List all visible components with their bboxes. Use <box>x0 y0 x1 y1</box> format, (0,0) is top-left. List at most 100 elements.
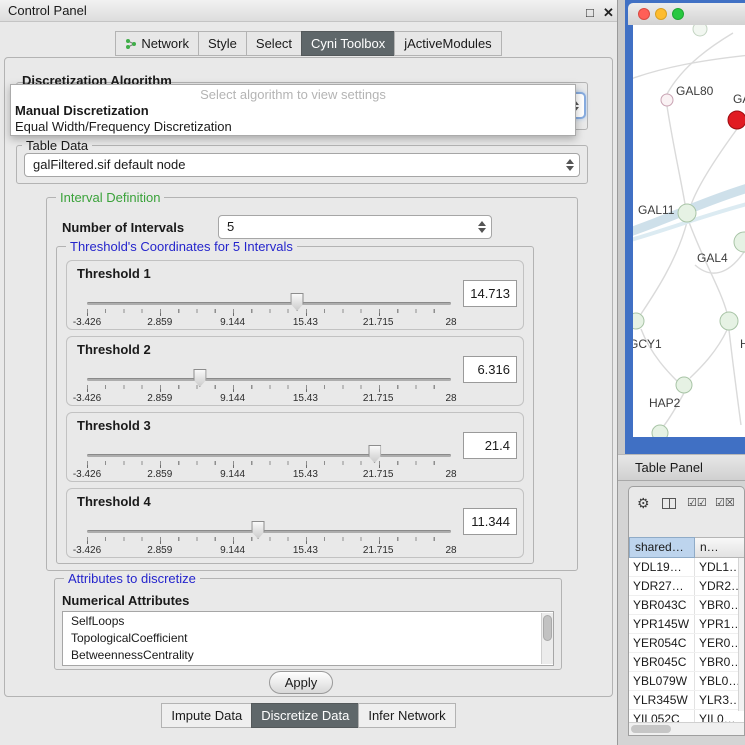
slider-tick-label: 15.43 <box>293 545 318 556</box>
threshold-value-field[interactable]: 21.4 <box>463 432 517 459</box>
cell[interactable]: YBR045C <box>629 653 695 671</box>
network-view-window: GAL80 GA GAL11 GAL4 GCY1 H HAP2 <box>625 0 745 454</box>
slider-tick-label: 28 <box>445 393 456 404</box>
node-label: GAL80 <box>676 84 714 98</box>
cell[interactable]: YDR27… <box>629 577 695 595</box>
tab-discretize-data[interactable]: Discretize Data <box>251 703 359 728</box>
network-node[interactable] <box>678 204 696 222</box>
list-item[interactable]: BetweennessCentrality <box>63 646 553 663</box>
network-node[interactable] <box>633 313 644 329</box>
float-window-icon[interactable]: □ <box>586 2 594 24</box>
close-traffic-light-icon[interactable] <box>638 8 650 20</box>
selection-mode-icon[interactable]: ☑☒ <box>715 496 735 510</box>
network-node[interactable] <box>676 377 692 393</box>
combo-stepper-icon[interactable] <box>566 159 574 171</box>
tab-network[interactable]: Network <box>115 31 199 56</box>
table-vertical-scrollbar[interactable] <box>738 558 745 711</box>
threshold-value-field[interactable]: 6.316 <box>463 356 517 383</box>
node-label: GAL4 <box>697 251 728 265</box>
zoom-traffic-light-icon[interactable] <box>672 8 684 20</box>
table-horizontal-scrollbar[interactable] <box>629 722 745 735</box>
slider-tick-label: 21.715 <box>363 393 394 404</box>
selected-network-node[interactable] <box>728 111 745 129</box>
combo-stepper-icon[interactable] <box>478 221 486 233</box>
slider-tick-label: -3.426 <box>73 393 101 404</box>
table-row[interactable]: YDL19…YDL1… <box>629 558 745 577</box>
menu-item-equal-width-discretization[interactable]: Equal Width/Frequency Discretization <box>11 118 575 134</box>
list-item[interactable]: SelfLoops <box>63 612 553 629</box>
threshold-4-panel: Threshold 4 -3.4262.8599.14415.4321.7152… <box>66 488 524 558</box>
table-row[interactable]: YLR345WYLR3… <box>629 691 745 710</box>
threshold-value-field[interactable]: 11.344 <box>463 508 517 535</box>
network-icon <box>125 38 137 50</box>
slider-minor-ticks <box>87 537 452 541</box>
slider-tick-label: 21.715 <box>363 469 394 480</box>
cell[interactable]: YBR043C <box>629 596 695 614</box>
tab-select[interactable]: Select <box>246 31 302 56</box>
threshold-slider[interactable]: -3.4262.8599.14415.4321.71528 <box>87 289 451 329</box>
network-window-titlebar[interactable] <box>628 3 745 25</box>
slider-tick-label: 15.43 <box>293 317 318 328</box>
tab-cyni-toolbox[interactable]: Cyni Toolbox <box>301 31 395 56</box>
tab-style-label: Style <box>208 36 237 51</box>
table-data-combobox[interactable]: galFiltered.sif default node <box>24 153 580 177</box>
columns-icon[interactable] <box>662 498 676 509</box>
apply-button[interactable]: Apply <box>269 671 333 694</box>
tab-impute-data[interactable]: Impute Data <box>161 703 252 728</box>
slider-tick-label: 9.144 <box>220 393 245 404</box>
column-header-name[interactable]: n… <box>695 537 745 558</box>
gear-icon[interactable]: ⚙ <box>637 496 650 510</box>
table-row[interactable]: YER054CYER0… <box>629 634 745 653</box>
tab-style[interactable]: Style <box>198 31 247 56</box>
list-item[interactable]: TopologicalCoefficient <box>63 629 553 646</box>
window-title: Control Panel <box>8 3 87 18</box>
threshold-slider[interactable]: -3.4262.8599.14415.4321.71528 <box>87 441 451 481</box>
scrollbar-thumb[interactable] <box>543 615 552 641</box>
cell[interactable]: YPR145W <box>629 615 695 633</box>
column-header-shared-name[interactable]: shared… <box>629 537 695 558</box>
network-node[interactable] <box>652 425 668 437</box>
table-panel-header: Table Panel <box>618 454 745 481</box>
network-canvas[interactable]: GAL80 GA GAL11 GAL4 GCY1 H HAP2 <box>633 25 745 437</box>
threshold-slider[interactable]: -3.4262.8599.14415.4321.71528 <box>87 365 451 405</box>
threshold-label: Threshold 4 <box>77 494 151 509</box>
slider-tick-label: -3.426 <box>73 469 101 480</box>
network-node[interactable] <box>734 232 745 252</box>
cell[interactable]: YBL079W <box>629 672 695 690</box>
slider-tick-labels: -3.4262.8599.14415.4321.71528 <box>87 393 451 405</box>
slider-track[interactable] <box>87 302 451 305</box>
slider-tick-label: 28 <box>445 545 456 556</box>
threshold-value-field[interactable]: 14.713 <box>463 280 517 307</box>
table-row[interactable]: YPR145WYPR1… <box>629 615 745 634</box>
tab-jactivemodules[interactable]: jActiveModules <box>394 31 501 56</box>
table-row[interactable]: YBR043CYBR0… <box>629 596 745 615</box>
slider-track[interactable] <box>87 530 451 533</box>
interval-definition-title: Interval Definition <box>56 190 164 205</box>
table-row[interactable]: YBR045CYBR0… <box>629 653 745 672</box>
thresholds-group-title: Threshold's Coordinates for 5 Intervals <box>66 239 297 254</box>
cell[interactable]: YDL19… <box>629 558 695 576</box>
slider-track[interactable] <box>87 378 451 381</box>
select-all-rows-icon[interactable]: ☑☑ <box>687 496 707 510</box>
tab-select-label: Select <box>256 36 292 51</box>
network-node[interactable] <box>720 312 738 330</box>
table-row[interactable]: YDR27…YDR2… <box>629 577 745 596</box>
slider-tick-labels: -3.4262.8599.14415.4321.71528 <box>87 469 451 481</box>
slider-track[interactable] <box>87 454 451 457</box>
menu-item-manual-discretization[interactable]: Manual Discretization <box>11 102 575 118</box>
slider-tick-label: 2.859 <box>147 317 172 328</box>
scrollbar-thumb[interactable] <box>631 725 671 733</box>
tab-infer-network[interactable]: Infer Network <box>358 703 455 728</box>
cell[interactable]: YLR345W <box>629 691 695 709</box>
network-node[interactable] <box>693 25 707 36</box>
threshold-slider[interactable]: -3.4262.8599.14415.4321.71528 <box>87 517 451 557</box>
table-row[interactable]: YBL079WYBL0… <box>629 672 745 691</box>
minimize-traffic-light-icon[interactable] <box>655 8 667 20</box>
list-vertical-scrollbar[interactable] <box>541 613 553 664</box>
slider-tick-label: 2.859 <box>147 545 172 556</box>
network-node[interactable] <box>661 94 673 106</box>
cell[interactable]: YER054C <box>629 634 695 652</box>
close-window-icon[interactable]: ✕ <box>603 2 614 24</box>
number-of-intervals-combobox[interactable]: 5 <box>218 215 492 239</box>
slider-tick-label: 15.43 <box>293 393 318 404</box>
